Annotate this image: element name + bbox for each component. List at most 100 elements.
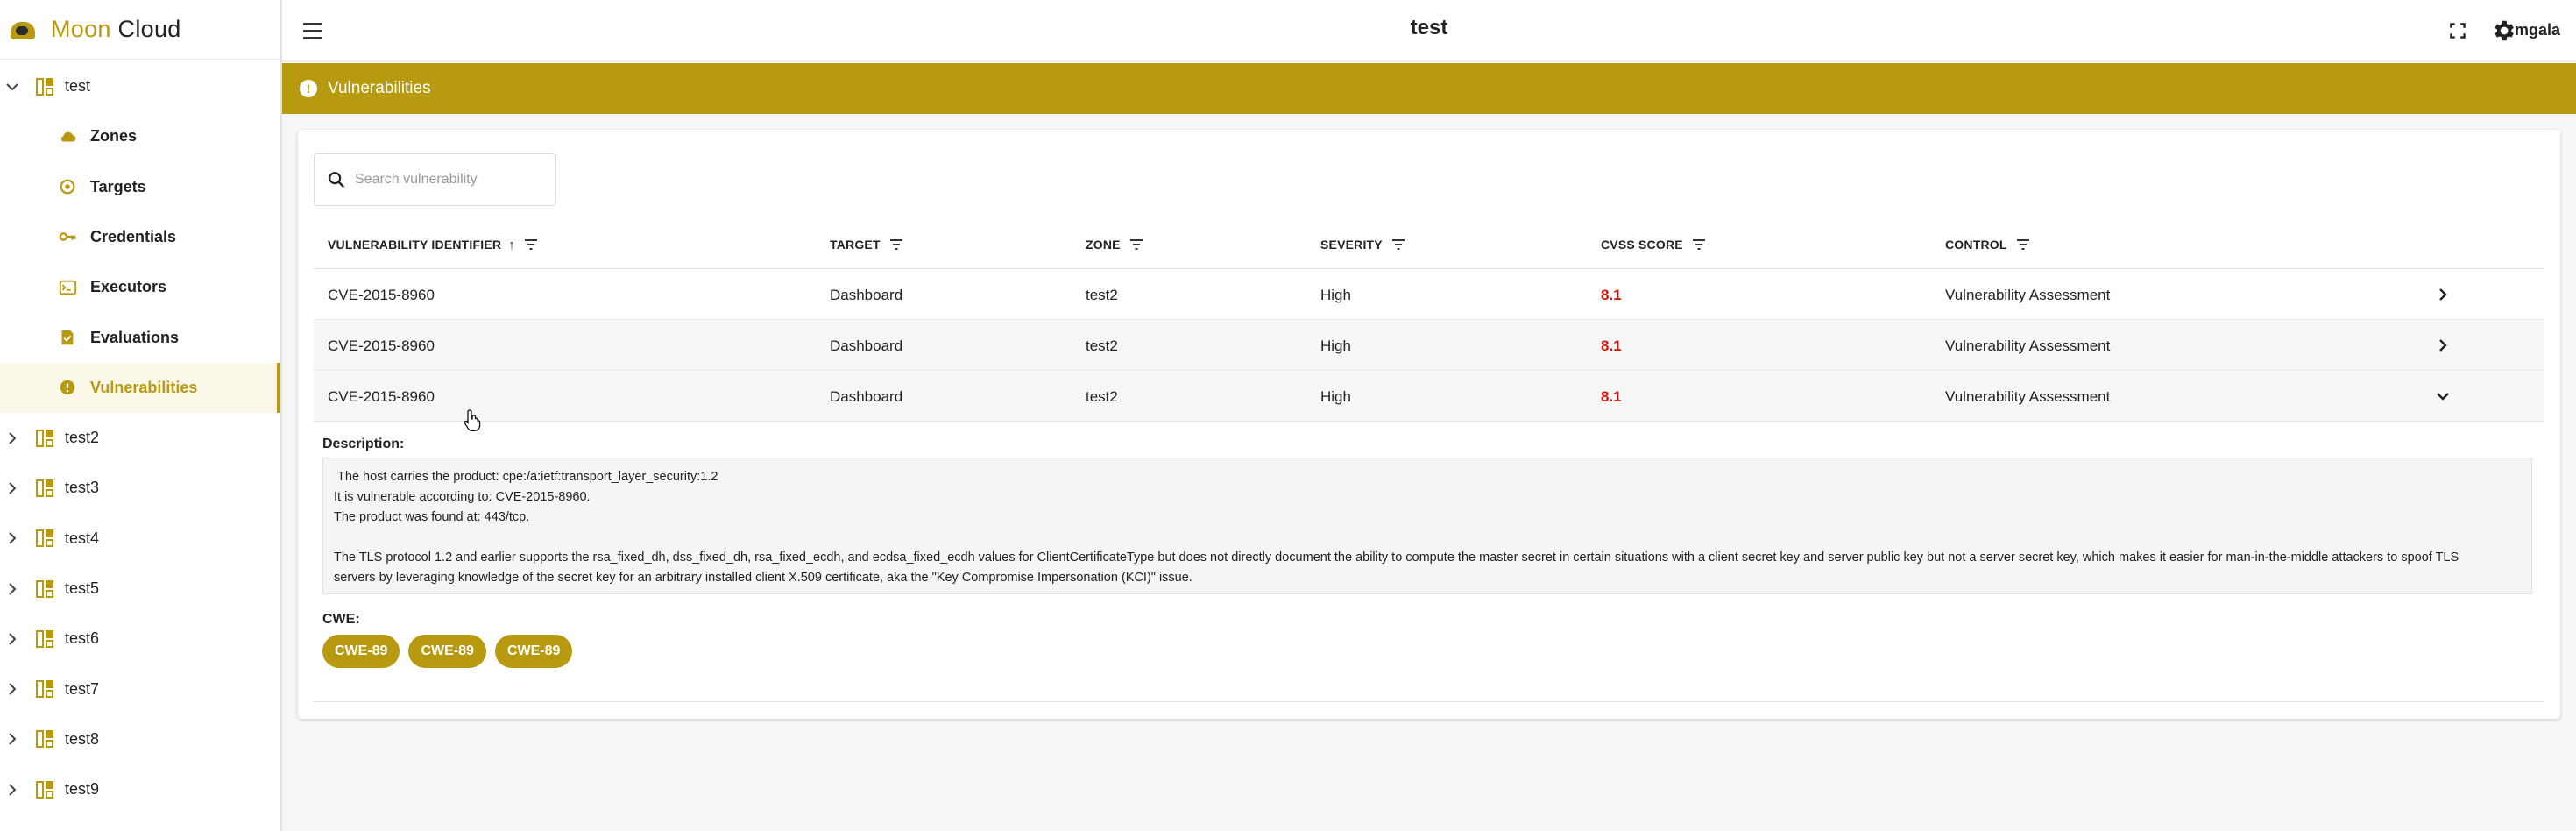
column-header-zone[interactable]: ZONE — [1086, 220, 1143, 269]
cell-cvss-score: 8.1 — [1601, 286, 1622, 303]
dashboard-icon — [36, 529, 53, 548]
filter-icon[interactable] — [1129, 239, 1143, 250]
cell-severity: High — [1320, 387, 1351, 405]
cell-target: Dashboard — [830, 337, 903, 354]
cell-control: Vulnerability Assessment — [1945, 286, 2111, 303]
cwe-chip[interactable]: CWE-89 — [322, 635, 400, 668]
dashboard-icon — [36, 429, 53, 447]
sidebar: Moon Cloud test Zones Targets Credentials Ex… — [0, 0, 282, 831]
cell-target: Dashboard — [830, 286, 903, 303]
chevron-down-icon[interactable] — [2434, 387, 2452, 405]
cwe-chip[interactable]: CWE-89 — [408, 635, 486, 668]
filter-icon[interactable] — [524, 239, 538, 250]
sidebar-item-label: Targets — [90, 177, 146, 195]
cell-control: Vulnerability Assessment — [1945, 337, 2111, 354]
cell-identifier: CVE-2015-8960 — [328, 387, 435, 405]
cwe-chip[interactable]: CWE-89 — [494, 635, 573, 668]
sidebar-item-executors[interactable]: Executors — [0, 262, 280, 312]
sidebar-project-label: test2 — [65, 429, 100, 447]
sidebar-item-evaluations[interactable]: Evaluations — [0, 313, 280, 363]
brand[interactable]: Moon Cloud — [0, 0, 280, 60]
chevron-right-icon[interactable] — [5, 732, 19, 746]
gear-icon[interactable] — [2490, 18, 2516, 44]
cell-zone: test2 — [1086, 337, 1118, 354]
cell-target: Dashboard — [830, 387, 903, 405]
description-line: The TLS protocol 1.2 and earlier support… — [334, 550, 2459, 565]
table-row[interactable]: CVE-2015-8960 Dashboard test2 High 8.1 Vulner… — [314, 270, 2544, 320]
column-header-identifier[interactable]: VULNERABILITY IDENTIFIER ↑ — [328, 220, 538, 269]
sort-ascending-icon[interactable]: ↑ — [508, 238, 515, 252]
table-row[interactable]: CVE-2015-8960 Dashboard test2 High 8.1 Vulner… — [314, 321, 2544, 371]
sidebar-project-test6[interactable]: test6 — [0, 614, 280, 664]
filter-icon[interactable] — [1391, 239, 1405, 250]
description-line: The product was found at: 443/tcp. — [334, 510, 530, 524]
dashboard-icon — [36, 579, 53, 598]
vulnerabilities-card: VULNERABILITY IDENTIFIER↑ TARGET ZONE SE… — [298, 130, 2560, 719]
cell-control: Vulnerability Assessment — [1945, 387, 2111, 405]
table-header: VULNERABILITY IDENTIFIER ↑ TARGET ZONE SE… — [314, 220, 2544, 269]
checklist-icon — [56, 328, 79, 347]
column-header-target[interactable]: TARGET — [830, 220, 903, 269]
sidebar-item-label: Vulnerabilities — [90, 378, 198, 396]
cell-identifier: CVE-2015-8960 — [328, 337, 435, 354]
top-bar: test mgala — [282, 0, 2576, 61]
sidebar-item-targets[interactable]: Targets — [0, 162, 280, 212]
cell-identifier: CVE-2015-8960 — [328, 286, 435, 303]
username[interactable]: mgala — [2515, 21, 2560, 39]
chevron-right-icon[interactable] — [5, 783, 19, 797]
chevron-down-icon[interactable] — [5, 80, 19, 94]
chevron-right-icon[interactable] — [2434, 286, 2452, 303]
sidebar-project-label: test7 — [65, 679, 100, 698]
sidebar-project-label: test8 — [65, 729, 100, 748]
table-row[interactable]: CVE-2015-8960 Dashboard test2 High 8.1 Vulner… — [314, 372, 2544, 422]
column-header-severity[interactable]: SEVERITY — [1320, 220, 1405, 269]
search-box[interactable] — [314, 153, 556, 206]
sidebar-project-test7[interactable]: test7 — [0, 664, 280, 714]
description-line: It is vulnerable according to: CVE-2015-… — [334, 490, 591, 504]
column-header-control[interactable]: CONTROL — [1945, 220, 2030, 269]
dashboard-icon — [36, 479, 53, 497]
chevron-right-icon[interactable] — [5, 431, 19, 445]
divider — [314, 701, 2544, 702]
sidebar-item-label: Credentials — [90, 227, 177, 245]
sidebar-project-label: test — [65, 77, 91, 95]
filter-icon[interactable] — [2016, 239, 2030, 250]
fullscreen-icon[interactable] — [2446, 19, 2469, 42]
cwe-chip-list: CWE-89 CWE-89 CWE-89 — [322, 635, 573, 668]
dashboard-icon — [36, 629, 53, 648]
sidebar-project-test2[interactable]: test2 — [0, 413, 280, 463]
sidebar-project-test8[interactable]: test8 — [0, 714, 280, 764]
sidebar-item-credentials[interactable]: Credentials — [0, 212, 280, 262]
description-box: The host carries the product: cpe:/a:iet… — [322, 458, 2532, 594]
chevron-right-icon[interactable] — [5, 481, 19, 495]
chevron-right-icon[interactable] — [5, 582, 19, 596]
cell-cvss-score: 8.1 — [1601, 337, 1622, 354]
sidebar-project-label: test6 — [65, 629, 100, 648]
section-title: Vulnerabilities — [328, 79, 431, 97]
search-input[interactable] — [355, 172, 548, 188]
chevron-right-icon[interactable] — [5, 531, 19, 545]
chevron-right-icon[interactable] — [5, 632, 19, 646]
dashboard-icon — [36, 780, 53, 799]
dashboard-icon — [36, 77, 53, 96]
filter-icon[interactable] — [1692, 239, 1706, 250]
chevron-right-icon[interactable] — [5, 682, 19, 696]
cell-zone: test2 — [1086, 286, 1118, 303]
key-icon — [56, 227, 79, 246]
sidebar-project-label: test5 — [65, 579, 100, 597]
sidebar-item-vulnerabilities[interactable]: Vulnerabilities — [0, 362, 280, 413]
sidebar-project-test4[interactable]: test4 — [0, 514, 280, 564]
description-line — [334, 528, 2521, 548]
sidebar-project-test5[interactable]: test5 — [0, 564, 280, 614]
sidebar-item-label: Evaluations — [90, 328, 180, 346]
sidebar-project-test9[interactable]: test9 — [0, 764, 280, 814]
sidebar-project-test[interactable]: test — [0, 61, 280, 111]
chevron-right-icon[interactable] — [2434, 337, 2452, 354]
column-header-cvss-score[interactable]: CVSS SCORE — [1601, 220, 1706, 269]
filter-icon[interactable] — [889, 239, 903, 250]
sidebar-project-test3[interactable]: test3 — [0, 463, 280, 513]
moon-cloud-logo-icon — [9, 17, 39, 43]
description-label: Description: — [322, 437, 405, 451]
sidebar-item-zones[interactable]: Zones — [0, 111, 280, 161]
terminal-icon — [56, 278, 79, 297]
